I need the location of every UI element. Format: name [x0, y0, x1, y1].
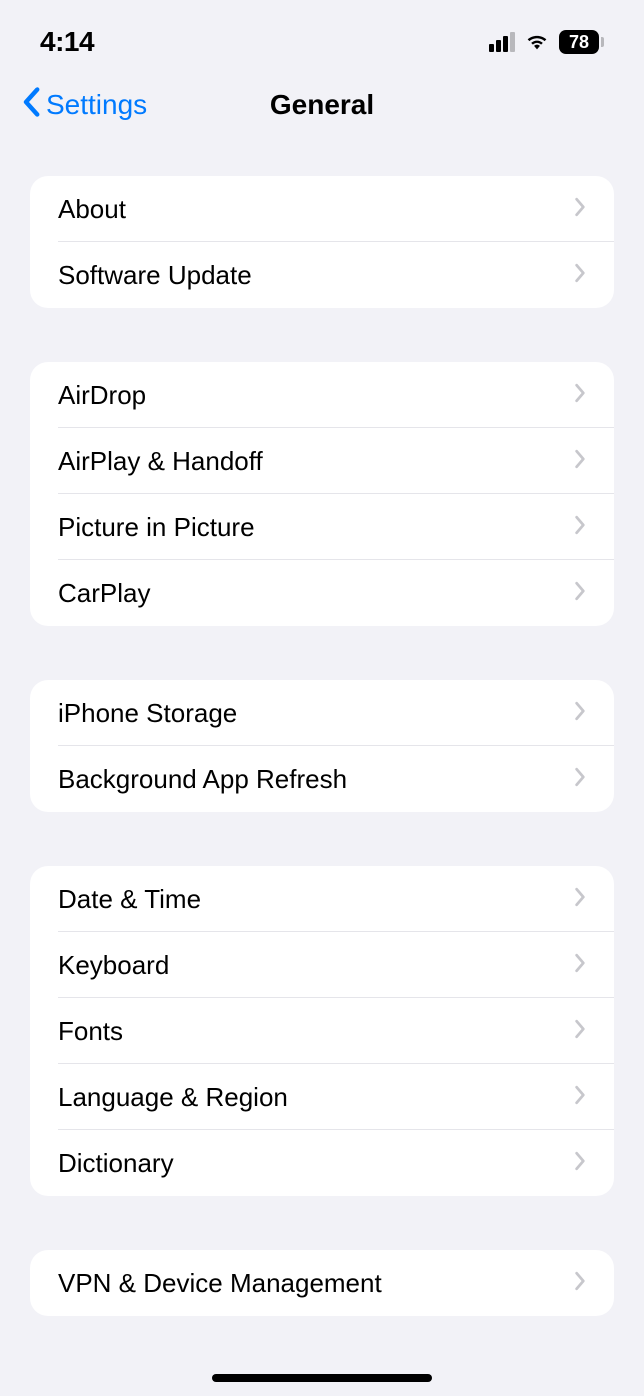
row-label: Fonts — [58, 1016, 123, 1047]
section-system: Date & Time Keyboard Fonts Language & Re… — [30, 866, 614, 1196]
row-label: Background App Refresh — [58, 764, 347, 795]
chevron-right-icon — [574, 767, 586, 792]
navigation-bar: Settings General — [0, 76, 644, 136]
row-software-update[interactable]: Software Update — [30, 242, 614, 308]
section-storage: iPhone Storage Background App Refresh — [30, 680, 614, 812]
chevron-right-icon — [574, 263, 586, 288]
section-connectivity: AirDrop AirPlay & Handoff Picture in Pic… — [30, 362, 614, 626]
status-indicators: 78 — [489, 29, 604, 56]
cellular-icon — [489, 32, 515, 52]
row-iphone-storage[interactable]: iPhone Storage — [30, 680, 614, 746]
chevron-right-icon — [574, 197, 586, 222]
chevron-right-icon — [574, 1019, 586, 1044]
row-carplay[interactable]: CarPlay — [30, 560, 614, 626]
chevron-right-icon — [574, 1151, 586, 1176]
row-keyboard[interactable]: Keyboard — [30, 932, 614, 998]
row-label: Date & Time — [58, 884, 201, 915]
chevron-right-icon — [574, 515, 586, 540]
chevron-left-icon — [20, 87, 42, 124]
row-dictionary[interactable]: Dictionary — [30, 1130, 614, 1196]
section-vpn: VPN & Device Management — [30, 1250, 614, 1316]
battery-level: 78 — [559, 30, 599, 54]
back-button[interactable]: Settings — [20, 87, 147, 124]
row-airdrop[interactable]: AirDrop — [30, 362, 614, 428]
settings-content: About Software Update AirDrop AirPlay & … — [0, 176, 644, 1316]
wifi-icon — [523, 29, 551, 56]
page-title: General — [270, 89, 374, 121]
row-vpn-device-management[interactable]: VPN & Device Management — [30, 1250, 614, 1316]
row-about[interactable]: About — [30, 176, 614, 242]
section-about: About Software Update — [30, 176, 614, 308]
battery-icon: 78 — [559, 30, 604, 54]
row-label: About — [58, 194, 126, 225]
row-language-region[interactable]: Language & Region — [30, 1064, 614, 1130]
status-time: 4:14 — [40, 26, 94, 58]
row-label: AirDrop — [58, 380, 146, 411]
row-label: Language & Region — [58, 1082, 288, 1113]
chevron-right-icon — [574, 953, 586, 978]
chevron-right-icon — [574, 887, 586, 912]
chevron-right-icon — [574, 581, 586, 606]
row-background-app-refresh[interactable]: Background App Refresh — [30, 746, 614, 812]
chevron-right-icon — [574, 449, 586, 474]
row-label: Dictionary — [58, 1148, 174, 1179]
row-picture-in-picture[interactable]: Picture in Picture — [30, 494, 614, 560]
chevron-right-icon — [574, 1085, 586, 1110]
row-label: AirPlay & Handoff — [58, 446, 263, 477]
row-label: iPhone Storage — [58, 698, 237, 729]
home-indicator[interactable] — [212, 1374, 432, 1382]
back-label: Settings — [46, 89, 147, 121]
row-fonts[interactable]: Fonts — [30, 998, 614, 1064]
row-label: Keyboard — [58, 950, 169, 981]
row-airplay-handoff[interactable]: AirPlay & Handoff — [30, 428, 614, 494]
row-label: Picture in Picture — [58, 512, 255, 543]
chevron-right-icon — [574, 1271, 586, 1296]
row-label: Software Update — [58, 260, 252, 291]
chevron-right-icon — [574, 383, 586, 408]
row-label: CarPlay — [58, 578, 150, 609]
row-label: VPN & Device Management — [58, 1268, 382, 1299]
chevron-right-icon — [574, 701, 586, 726]
status-bar: 4:14 78 — [0, 0, 644, 70]
row-date-time[interactable]: Date & Time — [30, 866, 614, 932]
